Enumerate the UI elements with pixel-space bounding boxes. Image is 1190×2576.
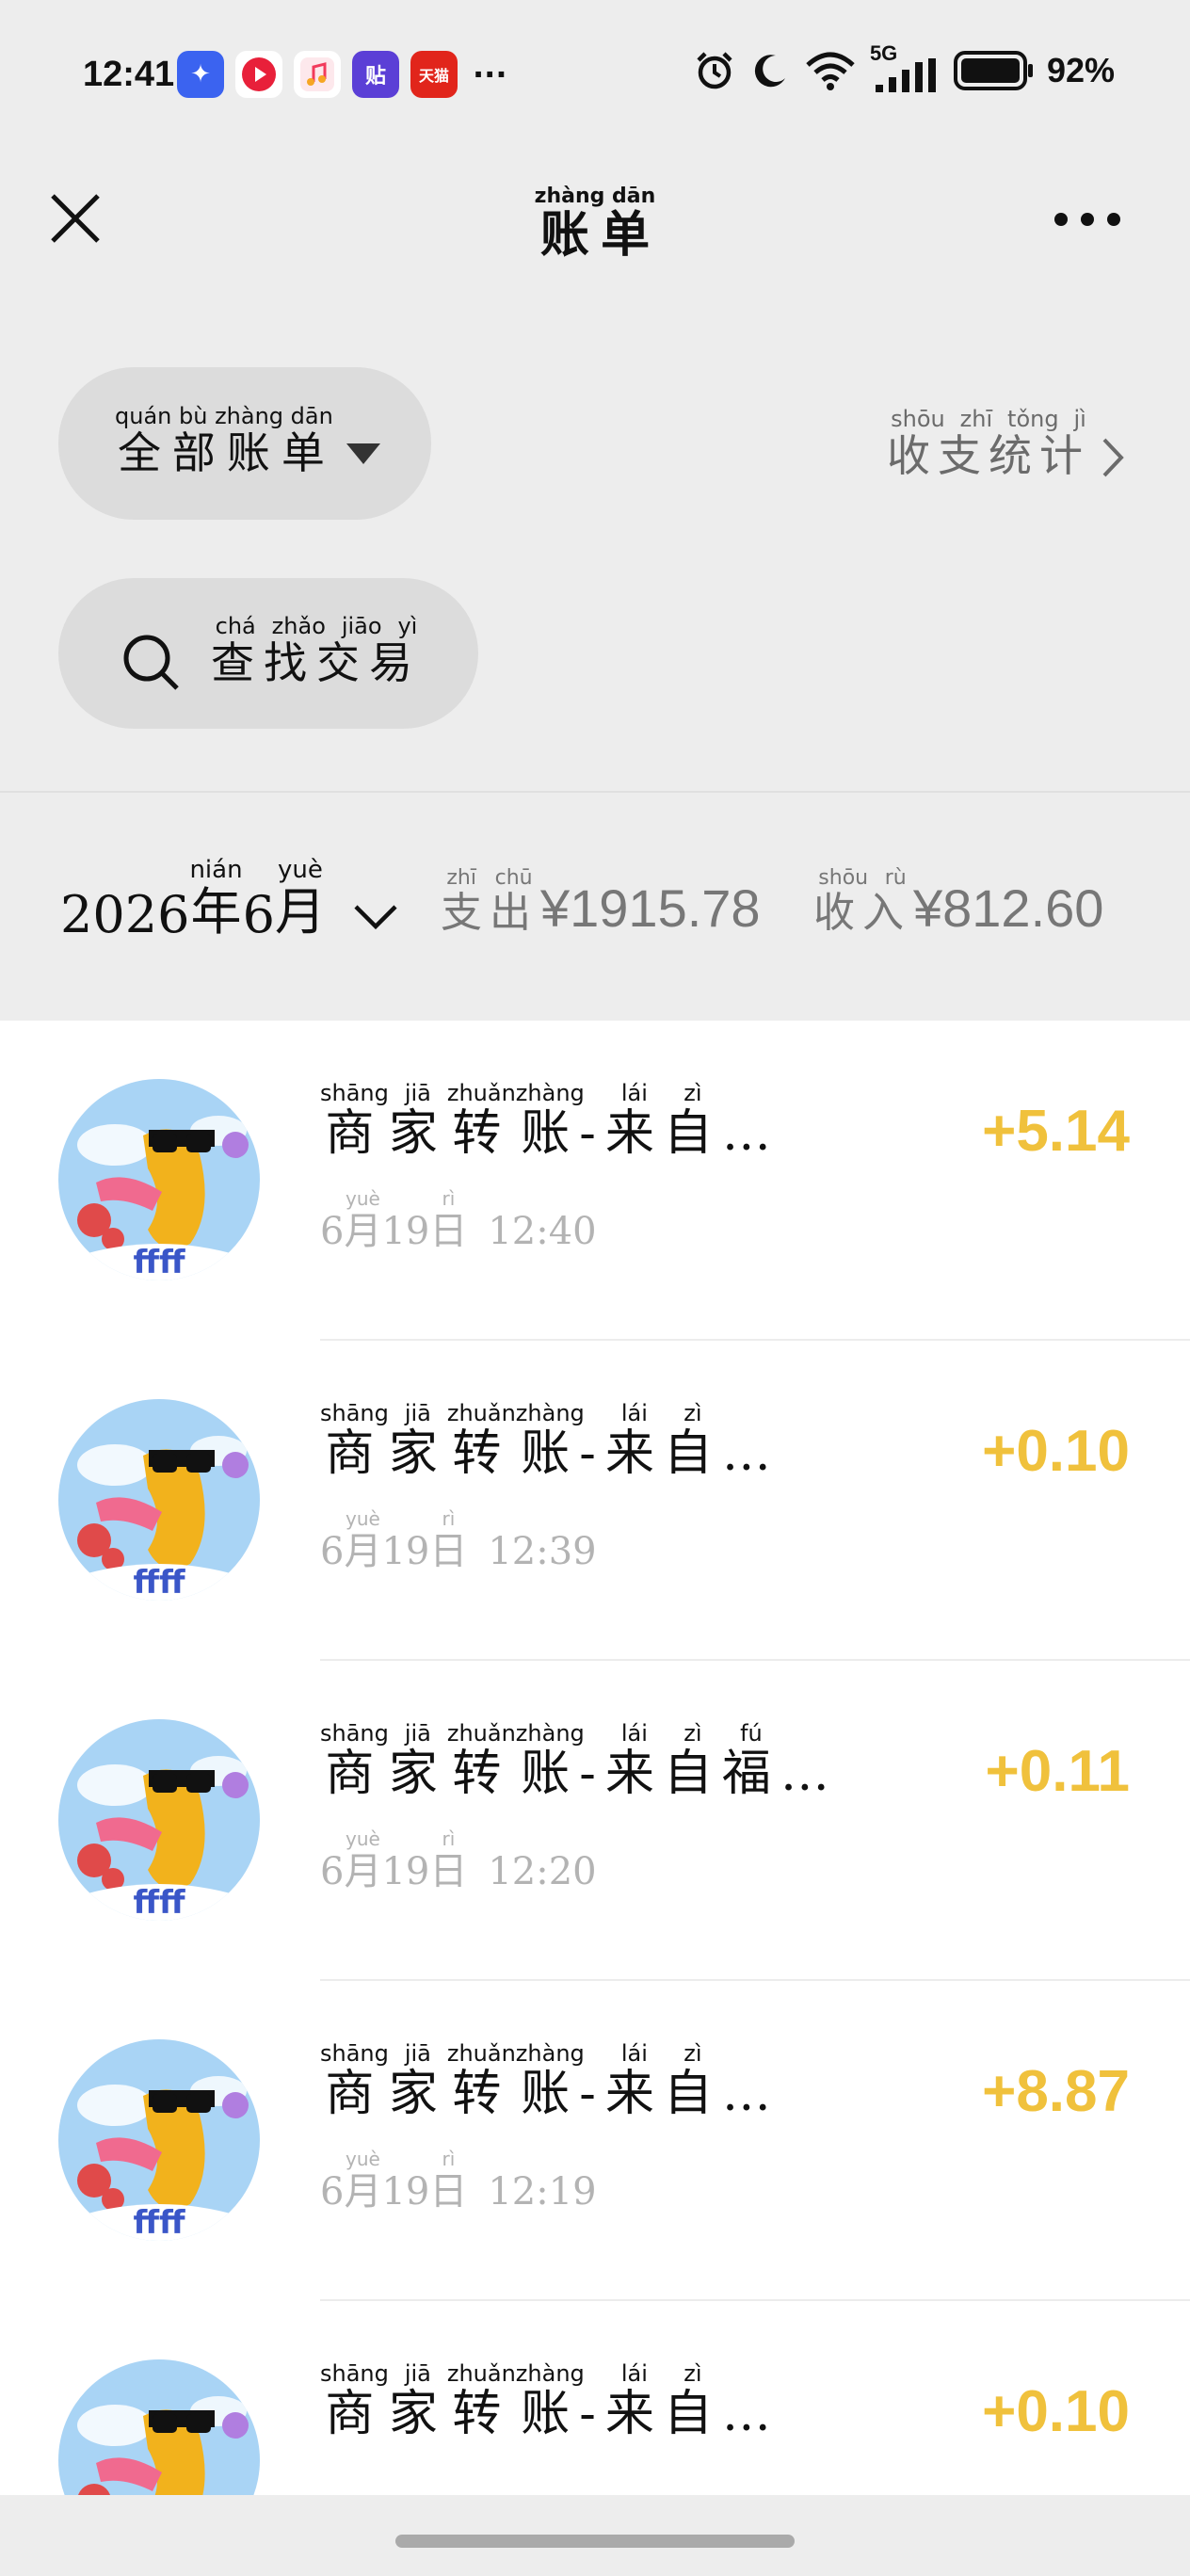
battery-level: 92% [1046,51,1115,89]
transaction-title: 商shāng家jiā转zhuǎn账zhàng-来lái自zì… [320,2360,780,2442]
year-char: 年 [189,882,243,942]
svg-text:ffff: ffff [133,1884,185,1921]
battery-icon [953,51,1033,90]
all-bills-filter-button[interactable]: 全部账单quán bù zhàng dān [58,367,431,520]
system-indicators: 5G 92% [693,41,1115,92]
merchant-avatar: ffff [58,2359,260,2495]
do-not-disturb-moon-icon [754,55,785,88]
month-summary: 2026 年nián 6 月yuè 支出zhī chū ¥1915.78 收入s… [0,793,1190,1021]
merchant-avatar: ffff [58,1399,260,1601]
status-bar: 12:41 ✦ 贴 天猫 ··· 5G 92% [0,0,1190,141]
expense-pinyin: zhī chū [441,866,539,890]
month-pinyin: yuè [274,856,326,884]
video-app-icon [235,51,282,98]
transaction-title: 商shāng家jiā转zhuǎn账zhàng-来lái自zì… [320,1080,780,1162]
transaction-date: 6月yuè19日rì12:19 [320,2148,597,2214]
merchant-avatar: ffff [58,2039,260,2241]
search-pinyin: chá zhǎo jiāo yì [211,613,422,639]
merchant-avatar: ffff [58,1079,260,1280]
transaction-row[interactable]: ffff 商shāng家jiā转zhuǎn账zhàng-来lái自zì… 6月y… [0,1341,1190,1661]
expense-value: ¥1915.78 [540,878,761,938]
all-bills-pinyin: quán bù zhàng dān [115,403,333,429]
month-value: 6 [242,885,275,944]
transaction-title: 商shāng家jiā转zhuǎn账zhàng-来lái自zì福fú… [320,1720,839,1802]
svg-text:ffff: ffff [133,1564,185,1601]
merchant-avatar: ffff [58,1719,260,1921]
cellular-signal-icon: 5G [870,41,940,92]
alarm-icon [697,52,732,89]
chevron-right-icon [1102,438,1124,477]
transaction-date: 6月yuè19日rì12:40 [320,1187,597,1253]
transaction-amount: +0.11 [985,1739,1130,1804]
gesture-bar-area [0,2495,1190,2576]
stats-label: 收支统计 [887,430,1090,481]
app-notification-icon: ✦ [177,51,224,98]
home-indicator[interactable] [395,2535,795,2548]
income-label: 收入 [813,889,911,937]
transaction-row[interactable]: ffff 商shāng家jiā转zhuǎn账zhàng-来lái自zì福fú… … [0,1661,1190,1981]
svg-text:ffff: ffff [133,1244,185,1280]
chevron-down-icon [354,905,397,930]
transaction-title: 商shāng家jiā转zhuǎn账zhàng-来lái自zì… [320,2040,780,2122]
search-icon [123,635,179,690]
wifi-icon [806,52,855,90]
page-title-pinyin: zhàng dān [534,185,656,208]
search-transactions-button[interactable]: 查找交易chá zhǎo jiāo yì [58,578,478,729]
year-value: 2026 [60,885,190,944]
page-title-text: 账单 [534,206,656,264]
transaction-row[interactable]: ffff 商shāng家jiā转zhuǎn账zhàng-来lái自zì… 6月y… [0,1021,1190,1341]
transaction-amount: +8.87 [982,2059,1130,2124]
search-label: 查找交易 [211,637,422,688]
income-expense-stats-link[interactable]: 收支统计shōu zhī tǒng jì [887,406,1126,484]
income-pinyin: shōu rù [813,866,911,890]
page-title: 账单zhàng dān [0,185,1190,266]
stats-pinyin: shōu zhī tǒng jì [887,406,1090,432]
transaction-row[interactable]: ffff 商shāng家jiā转zhuǎn账zhàng-来lái自zì… 6月y… [0,1981,1190,2301]
transaction-row[interactable]: ffff 商shāng家jiā转zhuǎn账zhàng-来lái自zì… 月yu… [0,2301,1190,2495]
month-selector[interactable]: 2026 年nián 6 月yuè [60,856,399,944]
expense-total: 支出zhī chū ¥1915.78 [441,866,761,939]
svg-text:ffff: ffff [133,2204,185,2241]
transaction-amount: +5.14 [982,1099,1130,1164]
more-notifications-icon: ··· [473,56,507,92]
all-bills-label: 全部账单 [115,427,333,478]
tieba-app-icon: 贴 [352,51,399,98]
music-app-icon [294,51,341,98]
month-char: 月 [274,882,326,942]
status-time: 12:41 [83,55,175,94]
notification-icons: ✦ 贴 天猫 ··· [177,51,507,98]
income-total: 收入shōu rù ¥812.60 [813,866,1104,939]
dropdown-caret-icon [346,443,380,464]
more-options-icon[interactable] [1054,213,1120,226]
year-pinyin: nián [189,856,243,884]
expense-label: 支出 [441,889,539,937]
transaction-date: 6月yuè19日rì12:39 [320,1507,597,1573]
transaction-list: ffff 商shāng家jiā转zhuǎn账zhàng-来lái自zì… 6月y… [0,1021,1190,2495]
transaction-title: 商shāng家jiā转zhuǎn账zhàng-来lái自zì… [320,1400,780,1482]
income-value: ¥812.60 [913,878,1104,938]
transaction-amount: +0.10 [982,1419,1130,1484]
transaction-amount: +0.10 [982,2379,1130,2444]
tmall-app-icon: 天猫 [410,51,458,98]
transaction-date: 6月yuè19日rì12:20 [320,1827,597,1893]
